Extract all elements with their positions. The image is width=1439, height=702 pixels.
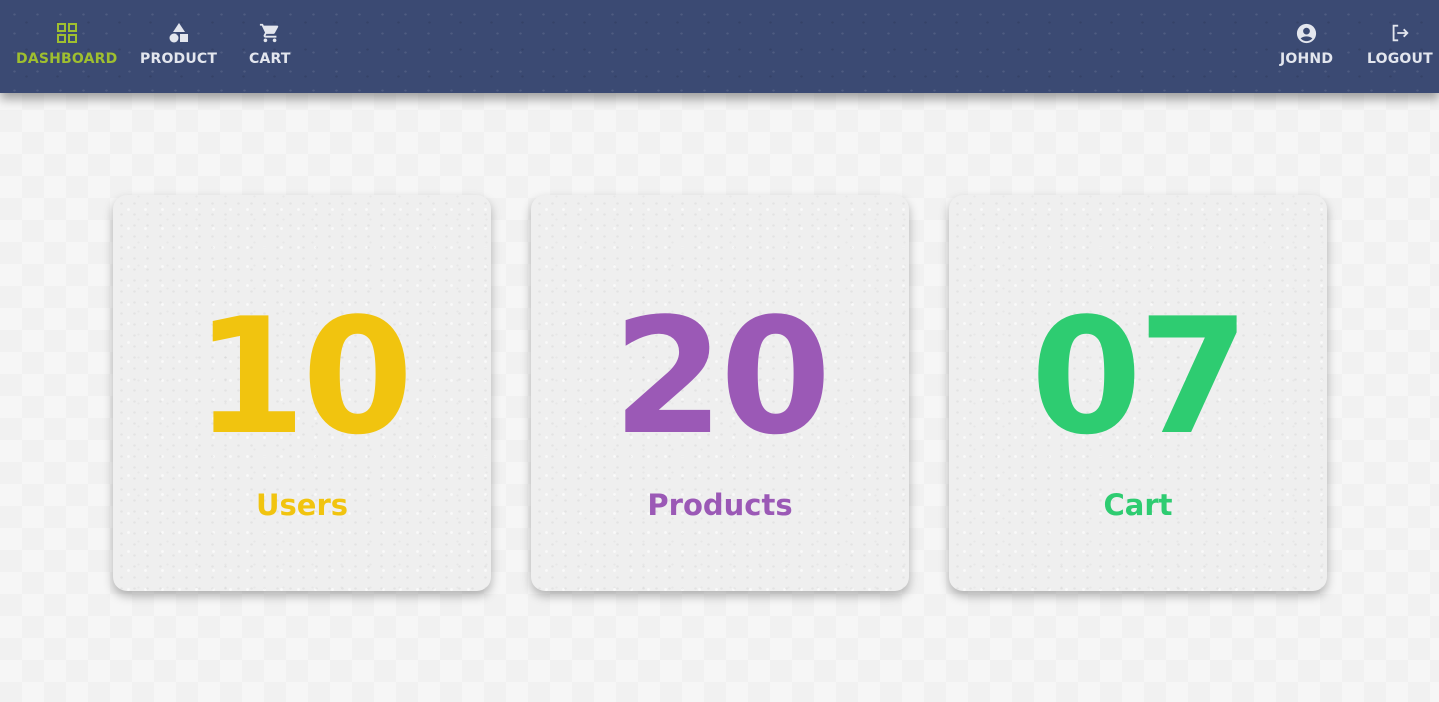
shapes-icon	[166, 20, 192, 46]
nav-user-johnd[interactable]: JOHND	[1280, 20, 1333, 67]
products-card[interactable]: 20 Products	[531, 195, 909, 591]
nav-cart[interactable]: CART	[249, 20, 291, 67]
logout-icon	[1387, 20, 1413, 46]
users-label: Users	[255, 488, 349, 522]
cart-count: 07	[1030, 283, 1250, 470]
products-count: 20	[612, 283, 832, 470]
users-count: 10	[194, 283, 414, 470]
nav-logout-label: LOGOUT	[1367, 51, 1433, 67]
nav-logout[interactable]: LOGOUT	[1367, 20, 1433, 67]
products-label: Products	[647, 488, 793, 522]
nav-cart-label: CART	[249, 51, 291, 67]
top-navbar: DASHBOARD PRODUCT CART JOHND LOGOUT	[0, 0, 1439, 93]
cart-card[interactable]: 07 Cart	[949, 195, 1327, 591]
dashboard-grid-icon	[54, 20, 80, 46]
nav-dashboard[interactable]: DASHBOARD	[16, 20, 118, 67]
shopping-cart-icon	[257, 20, 283, 46]
nav-user-label: JOHND	[1280, 51, 1334, 67]
nav-dashboard-label: DASHBOARD	[16, 51, 118, 67]
users-card[interactable]: 10 Users	[113, 195, 491, 591]
account-circle-icon	[1294, 20, 1320, 46]
cart-label: Cart	[1103, 488, 1173, 522]
nav-product-label: PRODUCT	[140, 51, 218, 67]
nav-product[interactable]: PRODUCT	[140, 20, 217, 67]
